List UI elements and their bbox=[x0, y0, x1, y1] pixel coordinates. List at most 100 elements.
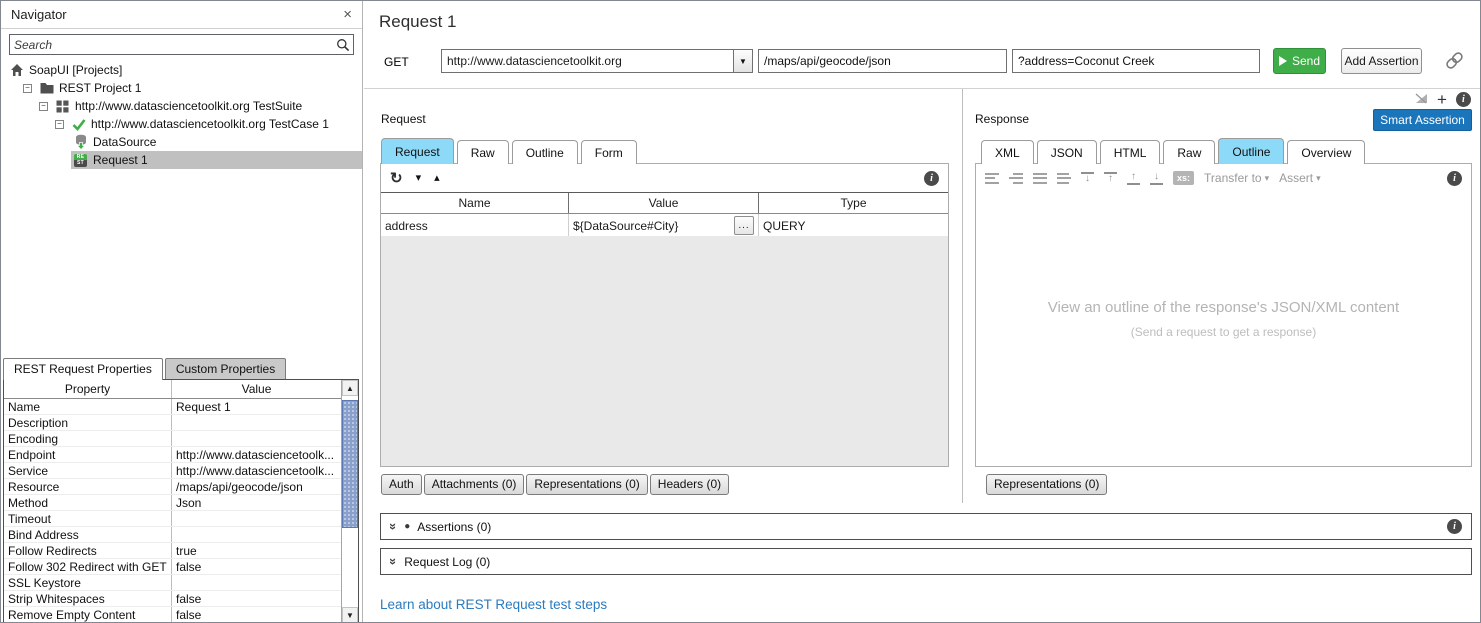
move-down-from-bar-icon[interactable]: ↓ bbox=[1150, 172, 1163, 185]
move-up-from-bar-icon[interactable]: ↑ bbox=[1127, 172, 1140, 185]
tree-item-label: DataSource bbox=[93, 135, 156, 149]
collapse-expander-icon[interactable]: − bbox=[39, 102, 48, 111]
expand-icon[interactable]: » bbox=[387, 523, 400, 530]
query-input[interactable] bbox=[1012, 49, 1260, 73]
move-down-to-bar-icon[interactable]: ↓ bbox=[1081, 172, 1094, 185]
property-row-name[interactable]: NameRequest 1 bbox=[4, 399, 341, 415]
learn-link[interactable]: Learn about REST Request test steps bbox=[380, 597, 607, 612]
chevron-up-icon[interactable]: ▴ bbox=[434, 173, 440, 184]
properties-tab-rest-request-properties[interactable]: REST Request Properties bbox=[3, 358, 163, 380]
response-tab-json[interactable]: JSON bbox=[1037, 140, 1097, 164]
link-icon[interactable] bbox=[1445, 51, 1464, 73]
property-row-remove-empty-content[interactable]: Remove Empty Contentfalse bbox=[4, 607, 341, 623]
tree-item-content[interactable]: http://www.datasciencetoolkit.org TestSu… bbox=[53, 97, 362, 115]
properties-tab-custom-properties[interactable]: Custom Properties bbox=[165, 358, 286, 380]
property-row-encoding[interactable]: Encoding bbox=[4, 431, 341, 447]
property-row-endpoint[interactable]: Endpointhttp://www.datasciencetoolk... bbox=[4, 447, 341, 463]
tree-item-datasource[interactable]: DataSource bbox=[1, 133, 362, 151]
property-row-description[interactable]: Description bbox=[4, 415, 341, 431]
endpoint-combobox[interactable]: http://www.datasciencetoolkit.org ▼ bbox=[441, 49, 753, 73]
property-row-timeout[interactable]: Timeout bbox=[4, 511, 341, 527]
property-row-strip-whitespaces[interactable]: Strip Whitespacesfalse bbox=[4, 591, 341, 607]
request-bottom-tab-representations-0[interactable]: Representations (0) bbox=[526, 474, 647, 495]
scrollbar-thumb[interactable] bbox=[342, 400, 358, 528]
property-row-ssl-keystore[interactable]: SSL Keystore bbox=[4, 575, 341, 591]
tree-item-content[interactable]: SoapUI [Projects] bbox=[7, 61, 362, 79]
info-icon[interactable]: i bbox=[924, 171, 939, 186]
tree-item-http-www-datasciencetoolkit-org-testsuite[interactable]: −http://www.datasciencetoolkit.org TestS… bbox=[1, 97, 362, 115]
param-value[interactable]: ${DataSource#City}... bbox=[569, 214, 759, 237]
send-button[interactable]: Send bbox=[1273, 48, 1326, 74]
scroll-down-icon[interactable]: ▼ bbox=[342, 607, 358, 623]
tree-item-content[interactable]: RESTRequest 1 bbox=[71, 151, 362, 169]
resource-input[interactable] bbox=[758, 49, 1007, 73]
response-bottom-tabs: Representations (0) bbox=[986, 474, 1107, 495]
property-row-bind-address[interactable]: Bind Address bbox=[4, 527, 341, 543]
search-input[interactable] bbox=[10, 38, 336, 52]
property-row-follow-302-redirect-with-get[interactable]: Follow 302 Redirect with GETfalse bbox=[4, 559, 341, 575]
chevron-down-icon[interactable]: ▼ bbox=[733, 50, 752, 72]
scrollbar-track[interactable] bbox=[342, 396, 358, 607]
property-row-follow-redirects[interactable]: Follow Redirectstrue bbox=[4, 543, 341, 559]
request-bottom-tab-headers-0[interactable]: Headers (0) bbox=[650, 474, 729, 495]
transfer-to-dropdown[interactable]: Transfer to ▾ bbox=[1204, 171, 1269, 185]
collapse-all-icon[interactable] bbox=[985, 173, 999, 184]
request-bottom-tab-attachments-0[interactable]: Attachments (0) bbox=[424, 474, 525, 495]
response-tab-raw[interactable]: Raw bbox=[1163, 140, 1215, 164]
tree-item-rest-project-1[interactable]: −REST Project 1 bbox=[1, 79, 362, 97]
endpoint-value: http://www.datasciencetoolkit.org bbox=[442, 50, 733, 72]
chevron-down-icon[interactable]: ▾ bbox=[416, 173, 422, 184]
property-row-service[interactable]: Servicehttp://www.datasciencetoolk... bbox=[4, 463, 341, 479]
assert-dropdown[interactable]: Assert ▾ bbox=[1279, 171, 1321, 185]
response-bottom-tab-representations-0[interactable]: Representations (0) bbox=[986, 474, 1107, 495]
smart-assertion-button[interactable]: Smart Assertion bbox=[1373, 109, 1472, 131]
param-row-address[interactable]: address${DataSource#City}...QUERY bbox=[381, 214, 948, 237]
request-bottom-tab-auth[interactable]: Auth bbox=[381, 474, 422, 495]
response-tab-html[interactable]: HTML bbox=[1100, 140, 1161, 164]
tree-item-label: Request 1 bbox=[93, 153, 148, 167]
refresh-icon[interactable]: ↻ bbox=[390, 171, 403, 186]
collapse-expander-icon[interactable]: − bbox=[55, 120, 64, 129]
move-up-to-bar-icon[interactable]: ↑ bbox=[1104, 172, 1117, 185]
info-icon[interactable]: i bbox=[1447, 519, 1462, 534]
placeholder-subtitle: (Send a request to get a response) bbox=[1131, 325, 1316, 339]
param-value-text: ${DataSource#City} bbox=[573, 219, 678, 233]
close-icon[interactable]: × bbox=[343, 7, 352, 22]
outline-justify-icon[interactable] bbox=[1057, 173, 1071, 184]
info-icon[interactable]: i bbox=[1456, 92, 1471, 107]
request-tab-form[interactable]: Form bbox=[581, 140, 637, 164]
scroll-up-icon[interactable]: ▲ bbox=[342, 380, 358, 396]
request-log-bar[interactable]: » Request Log (0) bbox=[380, 548, 1472, 575]
info-icon[interactable]: i bbox=[1447, 171, 1462, 186]
request-tab-request[interactable]: Request bbox=[381, 138, 454, 164]
properties-scrollbar[interactable]: ▲ ▼ bbox=[341, 380, 358, 623]
request-tab-raw[interactable]: Raw bbox=[457, 140, 509, 164]
add-assertion-button[interactable]: Add Assertion bbox=[1341, 48, 1422, 74]
xs-schema-icon[interactable]: xs: bbox=[1173, 171, 1194, 185]
request-tab-outline[interactable]: Outline bbox=[512, 140, 578, 164]
property-value: http://www.datasciencetoolk... bbox=[172, 463, 341, 478]
assertions-bar[interactable]: » ● Assertions (0) i bbox=[380, 513, 1472, 540]
layout-icon[interactable] bbox=[1415, 93, 1428, 107]
tree-item-content[interactable]: REST Project 1 bbox=[37, 79, 362, 97]
search-icon[interactable] bbox=[336, 38, 350, 52]
response-section-label: Response bbox=[975, 112, 1029, 126]
response-tab-overview[interactable]: Overview bbox=[1287, 140, 1365, 164]
tree-item-soapui-projects[interactable]: SoapUI [Projects] bbox=[1, 61, 362, 79]
response-viewer-panel: ↓ ↑ ↑ ↓ xs: Transfer to ▾ Assert ▾ i Vie… bbox=[975, 163, 1472, 467]
tree-item-content[interactable]: DataSource bbox=[71, 133, 362, 151]
expand-all-icon[interactable] bbox=[1009, 173, 1023, 184]
tree-item-http-www-datasciencetoolkit-org-testcase-1[interactable]: −http://www.datasciencetoolkit.org TestC… bbox=[1, 115, 362, 133]
tree-item-content[interactable]: http://www.datasciencetoolkit.org TestCa… bbox=[69, 115, 362, 133]
response-tab-outline[interactable]: Outline bbox=[1218, 138, 1284, 164]
expand-icon[interactable]: » bbox=[387, 558, 400, 565]
edit-value-button[interactable]: ... bbox=[734, 216, 754, 235]
property-row-resource[interactable]: Resource/maps/api/geocode/json bbox=[4, 479, 341, 495]
response-tab-xml[interactable]: XML bbox=[981, 140, 1034, 164]
property-row-method[interactable]: MethodJson bbox=[4, 495, 341, 511]
outline-lines-icon[interactable] bbox=[1033, 173, 1047, 184]
plus-icon[interactable]: + bbox=[1437, 91, 1447, 108]
collapse-expander-icon[interactable]: − bbox=[23, 84, 32, 93]
panel-divider[interactable] bbox=[962, 89, 963, 503]
tree-item-request-1[interactable]: RESTRequest 1 bbox=[1, 151, 362, 169]
